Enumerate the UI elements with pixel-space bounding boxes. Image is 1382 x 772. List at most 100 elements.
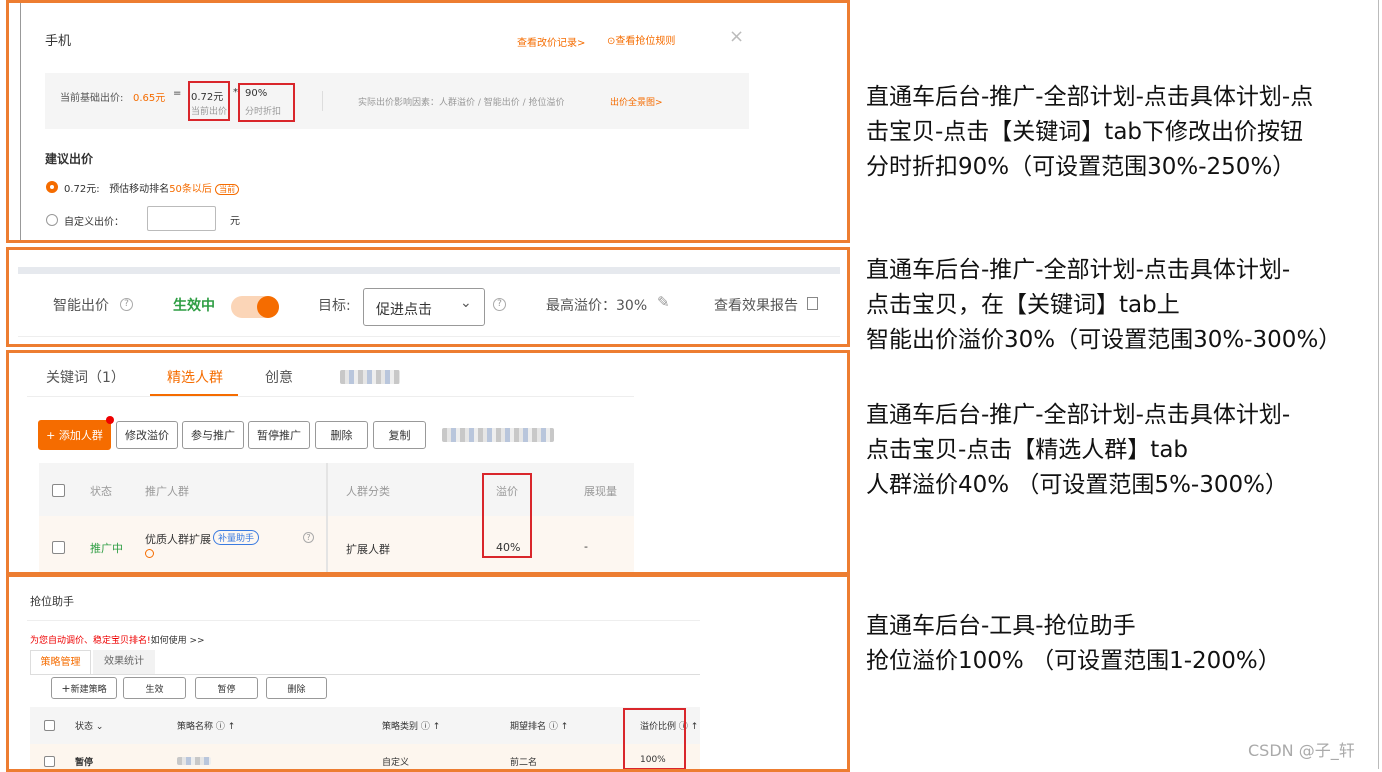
notification-dot <box>106 416 114 424</box>
bid-overview-link[interactable]: 出价全景图> <box>610 95 663 108</box>
row-status: 暂停 <box>75 758 94 768</box>
bid-edit-panel: 手机 查看改价记录> ⊙查看抢位规则 × 当前基础出价: 0.65元 = 0.7… <box>6 0 850 243</box>
join-promotion-button[interactable]: 参与推广 <box>182 421 244 449</box>
sort-icon: ⓘ ↑ <box>548 722 569 732</box>
top-bar <box>18 267 840 274</box>
right-edge-line <box>1378 0 1379 769</box>
custom-bid-unit: 元 <box>230 216 240 227</box>
tab-divider <box>27 396 634 397</box>
sort-icon: ⓘ ↑ <box>215 722 236 732</box>
delete-button[interactable]: 删除 <box>315 421 368 449</box>
tab-creative[interactable]: 创意 <box>265 367 293 387</box>
note-2: 直通车后台-推广-全部计划-点击具体计划- 点击宝贝，在【关键词】tab上 智能出价… <box>866 257 1342 353</box>
title-rule <box>27 620 700 621</box>
note-4: 直通车后台-工具-抢位助手 抢位溢价100% （可设置范围1-200%） <box>866 613 1281 674</box>
blurred-toolbar-item <box>442 428 554 442</box>
report-link[interactable]: 查看效果报告 <box>714 295 798 315</box>
row-checkbox[interactable] <box>44 756 55 767</box>
panel-title: 手机 <box>45 34 72 49</box>
custom-bid-label: 自定义出价： <box>64 217 124 228</box>
modify-premium-button[interactable]: 修改溢价 <box>116 421 178 449</box>
target-label: 目标: <box>318 298 351 314</box>
supplement-badge: 补量助手 <box>213 530 260 545</box>
equals-sign: = <box>173 88 182 99</box>
info-icon <box>145 549 154 558</box>
tab-rule <box>30 674 700 675</box>
target-select-value: 促进点击 <box>376 302 432 318</box>
crowd-premium-panel: 关键词（1） 精选人群 创意 + 添加人群 修改溢价 参与推广 暂停推广 删除 … <box>6 350 850 575</box>
smart-bid-label: 智能出价 <box>53 298 109 314</box>
pause-button[interactable]: 暂停 <box>195 677 258 699</box>
select-all-checkbox[interactable] <box>52 484 65 497</box>
header-category: 人群分类 <box>346 485 390 498</box>
header-status: 状态 ⌄ <box>75 722 104 732</box>
help-icon[interactable]: ? <box>493 298 506 311</box>
target-select[interactable]: 促进点击 ⌄ <box>363 288 485 326</box>
add-crowd-button[interactable]: + 添加人群 <box>38 420 111 450</box>
rank-assistant-panel: 抢位助手 为您自动调价、稳定宝贝排名!如何使用 >> 策略管理 效果统计 + 新建… <box>6 574 850 772</box>
edit-icon[interactable]: ✎ <box>657 293 670 311</box>
promo-text: 为您自动调价、稳定宝贝排名!如何使用 >> <box>30 636 205 646</box>
tab-keywords[interactable]: 关键词（1） <box>46 367 125 387</box>
row-crowd-name: 优质人群扩展 <box>145 533 211 546</box>
custom-bid-input[interactable] <box>147 206 216 231</box>
current-bid-highlight <box>188 81 230 121</box>
delete-button[interactable]: 删除 <box>266 677 327 699</box>
bottom-rule <box>18 336 840 337</box>
price-history-link[interactable]: 查看改价记录> <box>517 34 585 49</box>
suggested-bid-radio[interactable] <box>46 181 58 193</box>
suggested-bid-title: 建议出价 <box>45 152 94 166</box>
activate-button[interactable]: 生效 <box>123 677 186 699</box>
header-impressions: 展现量 <box>584 485 617 498</box>
tab-strategy[interactable]: 策略管理 <box>30 650 91 675</box>
rules-link[interactable]: ⊙查看抢位规则 <box>607 32 675 47</box>
premium-highlight <box>482 473 532 558</box>
blurred-strategy-name <box>177 757 211 765</box>
toggle-knob <box>257 296 279 318</box>
select-all-checkbox[interactable] <box>44 720 55 731</box>
row-rank: 前二名 <box>510 758 538 768</box>
row-type: 自定义 <box>382 758 410 768</box>
discount-highlight <box>238 83 295 122</box>
report-icon[interactable] <box>807 297 818 310</box>
header-crowd: 推广人群 <box>145 485 189 498</box>
row-status: 推广中 <box>90 542 123 555</box>
base-bid-value: 0.65元 <box>133 93 166 104</box>
max-premium: 最高溢价：30% <box>546 298 648 314</box>
tab-stats[interactable]: 效果统计 <box>93 650 155 675</box>
header-name: 策略名称 ⓘ ↑ <box>177 722 236 732</box>
left-divider <box>20 3 21 240</box>
row-category: 扩展人群 <box>346 543 390 556</box>
copy-button[interactable]: 复制 <box>373 421 426 449</box>
column-split <box>326 463 328 572</box>
blurred-tab <box>340 370 400 384</box>
strategy-table-row <box>30 744 700 769</box>
close-icon[interactable]: × <box>729 26 744 47</box>
smart-bid-status: 生效中 <box>173 298 215 314</box>
smart-bid-toggle[interactable] <box>231 296 279 318</box>
crowd-table-header <box>39 463 634 516</box>
bid-factors: 实际出价影响因素：人群溢价 / 智能出价 / 抢位溢价 <box>358 98 565 108</box>
divider <box>322 91 323 111</box>
base-bid-label: 当前基础出价: <box>60 93 124 104</box>
note-1: 直通车后台-推广-全部计划-点击具体计划-点 击宝贝-点击【关键词】tab下修改出… <box>866 84 1314 180</box>
plus-icon: + <box>61 681 71 695</box>
sort-icon: ⓘ ↑ <box>420 722 441 732</box>
row-checkbox[interactable] <box>52 541 65 554</box>
tab-crowd[interactable]: 精选人群 <box>167 367 223 387</box>
help-icon[interactable]: ? <box>120 298 133 311</box>
suggested-bid-option: 0.72元: 预估移动排名50条以后 当前 <box>64 180 240 195</box>
current-badge: 当前 <box>215 184 240 195</box>
note-3: 直通车后台-推广-全部计划-点击具体计划- 点击宝贝-点击【精选人群】tab 人群溢… <box>866 402 1291 498</box>
header-type: 策略类别 ⓘ ↑ <box>382 722 441 732</box>
smart-bid-panel: 智能出价 ? 生效中 目标: 促进点击 ⌄ ? 最高溢价：30% ✎ 查看效果报… <box>6 247 850 347</box>
help-icon[interactable]: ? <box>303 532 314 543</box>
custom-bid-radio[interactable] <box>46 214 58 226</box>
pause-promotion-button[interactable]: 暂停推广 <box>248 421 310 449</box>
header-status: 状态 <box>90 485 112 498</box>
new-strategy-button[interactable]: + 新建策略 <box>51 677 117 699</box>
premium-highlight <box>623 708 686 769</box>
row-impressions: - <box>584 540 588 553</box>
header-rank: 期望排名 ⓘ ↑ <box>510 722 569 732</box>
chevron-down-icon: ⌄ <box>95 722 104 732</box>
